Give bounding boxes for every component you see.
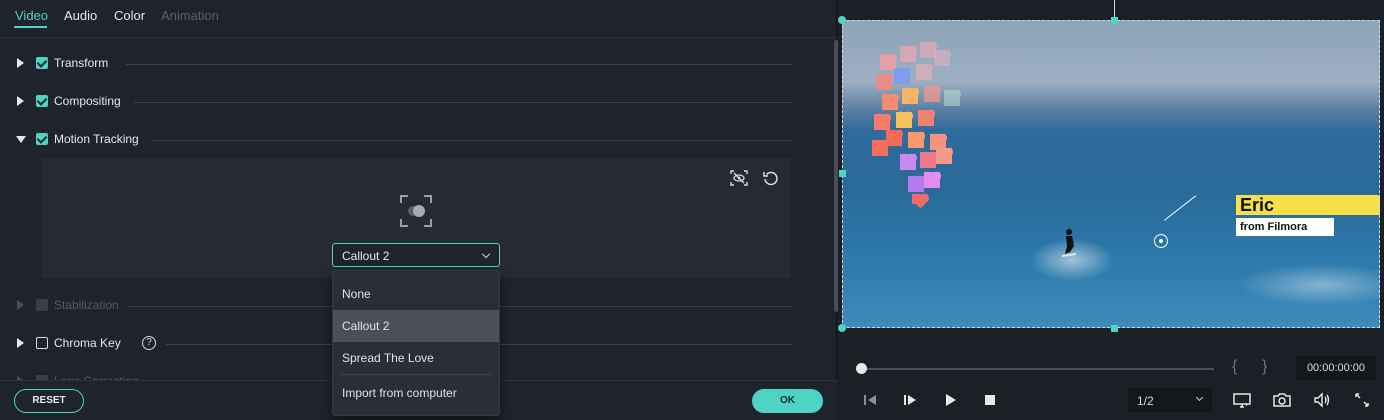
tab-video[interactable]: Video [15, 8, 48, 23]
resize-handle-left[interactable] [839, 170, 846, 177]
section-label: Stabilization [54, 298, 119, 312]
section-label: Chroma Key [54, 336, 121, 350]
chroma-key-checkbox[interactable] [36, 337, 48, 349]
ratio-value: 1/2 [1137, 394, 1154, 408]
expand-arrow-icon[interactable] [17, 58, 24, 68]
resize-handle-top-left[interactable] [838, 16, 846, 24]
section-divider [126, 64, 792, 65]
mark-in-button[interactable]: { [1232, 358, 1237, 376]
resize-handle-bottom[interactable] [1111, 325, 1118, 332]
section-transform: Transform [0, 52, 800, 76]
chevron-down-icon [1195, 393, 1204, 402]
tab-audio[interactable]: Audio [64, 8, 97, 23]
stabilization-checkbox [36, 299, 48, 311]
hide-tracking-icon[interactable] [730, 169, 748, 187]
section-label: Transform [54, 56, 109, 70]
section-divider [134, 102, 792, 103]
preview-quality-select[interactable]: 1/2 [1128, 388, 1212, 412]
menu-item-spread-the-love[interactable]: Spread The Love [333, 342, 499, 374]
tab-active-indicator [14, 26, 47, 28]
motion-tracking-checkbox[interactable] [36, 133, 48, 145]
preview-panel: Eric from Filmora { } 00:00:00:00 1/2 [838, 0, 1384, 420]
collapse-arrow-icon[interactable] [16, 136, 26, 143]
expand-arrow-icon [17, 300, 24, 310]
resize-handle-bottom-left[interactable] [838, 324, 846, 332]
compositing-checkbox[interactable] [36, 95, 48, 107]
menu-divider [341, 374, 491, 375]
play-icon[interactable] [940, 390, 960, 410]
playhead-knob[interactable] [856, 363, 867, 374]
menu-item-import-from-computer[interactable]: Import from computer [333, 377, 499, 409]
start-tracking-icon[interactable] [399, 194, 433, 228]
reset-button[interactable]: RESET [14, 389, 84, 413]
help-icon[interactable]: ? [142, 336, 156, 350]
selected-value: Callout 2 [342, 249, 390, 263]
section-label: Compositing [54, 94, 121, 108]
snapshot-camera-icon[interactable] [1272, 390, 1292, 410]
progress-track[interactable] [862, 368, 1214, 370]
timecode-display: 00:00:00:00 [1296, 356, 1376, 380]
reset-tracking-icon[interactable] [762, 169, 780, 187]
previous-frame-icon[interactable] [860, 390, 880, 410]
selection-bounding-box [842, 20, 1380, 328]
transform-checkbox[interactable] [36, 57, 48, 69]
tab-animation: Animation [161, 8, 219, 23]
stop-icon[interactable] [980, 390, 1000, 410]
fullscreen-icon[interactable] [1352, 390, 1372, 410]
rotation-handle-line [1114, 0, 1115, 18]
tab-color[interactable]: Color [114, 8, 145, 23]
playback-controls: 1/2 [838, 384, 1384, 416]
section-motion-tracking: Motion Tracking [0, 128, 800, 152]
section-compositing: Compositing [0, 90, 800, 114]
resize-handle-top[interactable] [1111, 17, 1118, 24]
menu-item-none[interactable]: None [333, 278, 499, 310]
next-frame-icon[interactable] [900, 390, 920, 410]
expand-arrow-icon[interactable] [17, 338, 24, 348]
chevron-down-icon [481, 249, 491, 259]
properties-panel: Video Audio Color Animation Transform Co… [0, 0, 839, 420]
property-tabs: Video Audio Color Animation [0, 0, 837, 38]
mark-out-button[interactable]: } [1262, 358, 1267, 376]
tracking-element-select[interactable]: Callout 2 [332, 243, 500, 267]
section-divider [152, 140, 792, 141]
playback-timeline: { } 00:00:00:00 [838, 352, 1384, 382]
tracking-element-menu: None Callout 2 Spread The Love Import fr… [332, 270, 500, 416]
expand-arrow-icon[interactable] [17, 96, 24, 106]
display-settings-icon[interactable] [1232, 390, 1252, 410]
section-label: Motion Tracking [54, 132, 139, 146]
menu-item-callout-2[interactable]: Callout 2 [333, 310, 499, 342]
volume-icon[interactable] [1312, 390, 1332, 410]
ok-button[interactable]: OK [752, 389, 823, 413]
